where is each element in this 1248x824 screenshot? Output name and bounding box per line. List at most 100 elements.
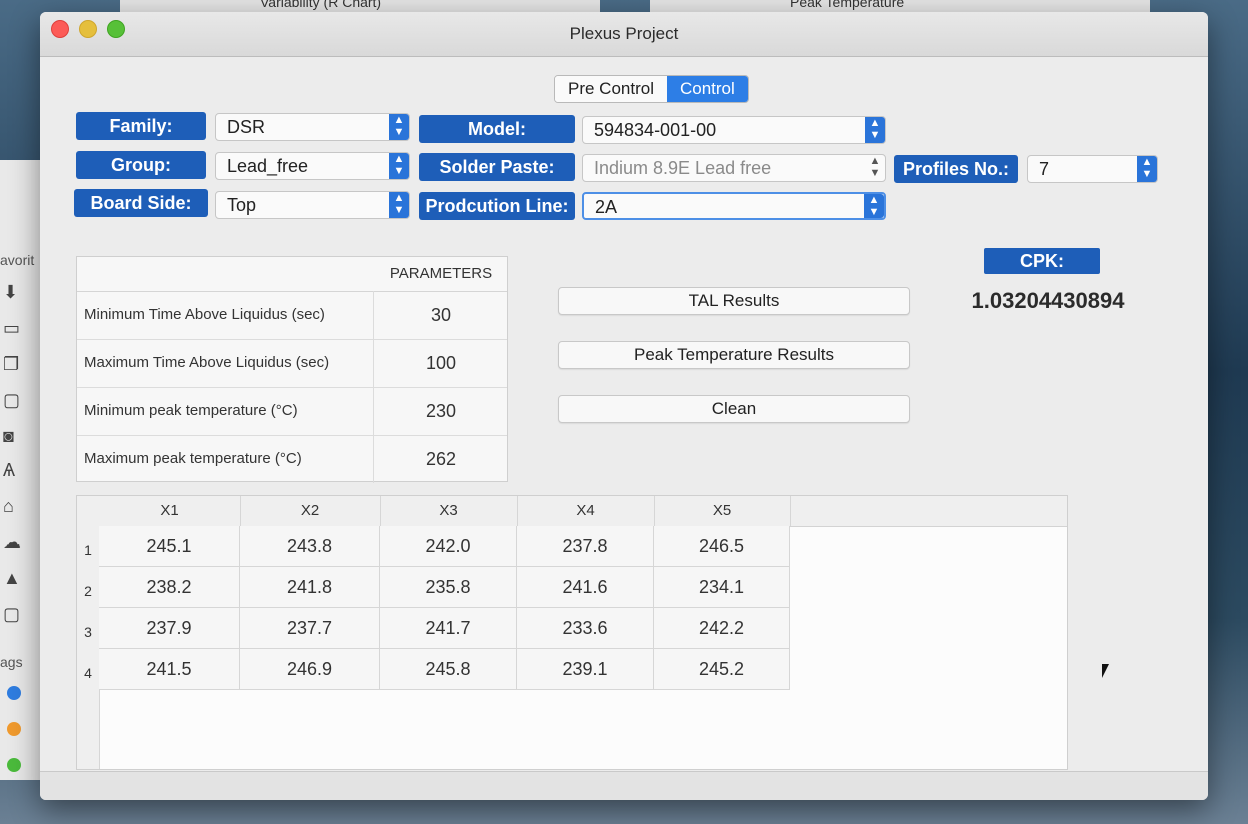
plexus-project-window: Plexus Project Pre Control Control Famil…: [40, 12, 1208, 800]
table-cell[interactable]: 242.0: [380, 526, 517, 567]
cloud-icon: ☁: [3, 532, 21, 552]
solder-paste-label: Solder Paste:: [419, 153, 575, 181]
table-cell[interactable]: 245.8: [380, 649, 517, 690]
row-number[interactable]: 4: [77, 649, 99, 690]
production-line-select[interactable]: 2A ▲ ▼: [582, 192, 886, 220]
model-select-value: 594834-001-00: [594, 120, 717, 140]
peak-temperature-results-button[interactable]: Peak Temperature Results: [558, 341, 910, 369]
cpk-label: CPK:: [984, 248, 1100, 274]
drive-icon: ▲: [3, 568, 21, 588]
table-cell[interactable]: 239.1: [517, 649, 654, 690]
tab-control[interactable]: Control: [666, 76, 748, 102]
parameter-row: Maximum peak temperature (°C) 262: [77, 435, 507, 483]
row-number[interactable]: 2: [77, 567, 99, 608]
background-window-title: Peak Temperature: [790, 0, 905, 10]
table-cell[interactable]: 243.8: [240, 526, 380, 567]
sidebar-tags-heading: ags: [0, 654, 23, 670]
tag-blue-dot: [7, 686, 21, 700]
table-cell[interactable]: 233.6: [517, 608, 654, 649]
solder-paste-select[interactable]: Indium 8.9E Lead free ▲ ▼: [582, 154, 886, 182]
desktop-icon: ▭: [3, 318, 21, 338]
folder-icon: ▢: [3, 390, 21, 410]
parameter-label: Minimum peak temperature (°C): [77, 387, 374, 435]
table-cell[interactable]: 237.9: [99, 608, 240, 649]
tal-results-button[interactable]: TAL Results: [558, 287, 910, 315]
documents-icon: ❐: [3, 354, 20, 374]
parameter-value[interactable]: 230: [375, 387, 507, 435]
chevron-updown-icon: ▲ ▼: [869, 155, 881, 179]
background-finder-sidebar: avorit ⬇ ▭ ❐ ▢ ◙ Ѧ ⌂ ☁ ▲ ▢ ags: [0, 160, 43, 780]
board-side-select[interactable]: Top ▲ ▼: [215, 191, 410, 219]
mode-segmented-control: Pre Control Control: [554, 75, 749, 103]
table-row: 3 237.9 237.7 241.7 233.6 242.2: [77, 608, 790, 649]
column-header-x1[interactable]: X1: [99, 496, 241, 526]
applications-icon: Ѧ: [3, 460, 16, 480]
chevron-updown-icon: ▲ ▼: [389, 114, 409, 140]
parameter-value[interactable]: 30: [375, 291, 507, 339]
parameter-row: Minimum peak temperature (°C) 230: [77, 387, 507, 436]
home-icon: ⌂: [3, 496, 14, 516]
clean-button[interactable]: Clean: [558, 395, 910, 423]
column-header-x3[interactable]: X3: [380, 496, 518, 526]
tag-green-dot: [7, 758, 21, 772]
parameter-label: Maximum Time Above Liquidus (sec): [77, 339, 374, 387]
table-corner: [77, 496, 99, 526]
column-header-x4[interactable]: X4: [517, 496, 655, 526]
table-cell[interactable]: 246.5: [654, 526, 790, 567]
table-cell[interactable]: 234.1: [654, 567, 790, 608]
parameters-table: PARAMETERS Minimum Time Above Liquidus (…: [76, 256, 508, 483]
board-side-select-value: Top: [227, 195, 257, 215]
sidebar-favorites-heading: avorit: [0, 252, 35, 268]
row-number[interactable]: 3: [77, 608, 99, 649]
title-bar: Plexus Project: [40, 12, 1208, 57]
chevron-updown-icon: ▲ ▼: [864, 194, 884, 218]
solder-paste-select-value: Indium 8.9E Lead free: [594, 158, 772, 178]
background-window-title: Variability (R Chart): [260, 0, 382, 10]
window-bottom-bar: [40, 771, 1208, 800]
profiles-no-select-value: 7: [1039, 159, 1050, 179]
profiles-no-label: Profiles No.:: [894, 155, 1018, 183]
tag-orange-dot: [7, 722, 21, 736]
table-cell[interactable]: 241.8: [240, 567, 380, 608]
table-cell[interactable]: 242.2: [654, 608, 790, 649]
table-cell[interactable]: 241.5: [99, 649, 240, 690]
camera-icon: ◙: [3, 426, 14, 446]
production-line-label: Prodcution Line:: [419, 192, 575, 220]
parameter-value[interactable]: 262: [375, 435, 507, 483]
family-label: Family:: [76, 112, 206, 140]
table-cell[interactable]: 246.9: [240, 649, 380, 690]
parameter-label: Minimum Time Above Liquidus (sec): [77, 291, 374, 339]
table-row: 4 241.5 246.9 245.8 239.1 245.2: [77, 649, 790, 690]
download-icon: ⬇: [3, 282, 19, 302]
table-cell[interactable]: 241.7: [380, 608, 517, 649]
cpk-value: 1.03204430894: [971, 288, 1125, 313]
production-line-select-value: 2A: [595, 197, 618, 217]
tab-pre-control[interactable]: Pre Control: [555, 76, 667, 102]
table-cell[interactable]: 245.2: [654, 649, 790, 690]
row-number[interactable]: 1: [77, 526, 99, 567]
table-cell[interactable]: 235.8: [380, 567, 517, 608]
parameter-value[interactable]: 100: [375, 339, 507, 387]
profiles-no-select[interactable]: 7 ▲ ▼: [1027, 155, 1158, 183]
parameters-header: PARAMETERS: [77, 257, 507, 292]
window-title: Plexus Project: [569, 24, 679, 43]
chevron-updown-icon: ▲ ▼: [389, 153, 409, 179]
table-cell[interactable]: 238.2: [99, 567, 240, 608]
table-cell[interactable]: 237.8: [517, 526, 654, 567]
folder-icon: ▢: [3, 604, 21, 624]
table-cell[interactable]: 241.6: [517, 567, 654, 608]
table-cell[interactable]: 237.7: [240, 608, 380, 649]
family-select[interactable]: DSR ▲ ▼: [215, 113, 410, 141]
column-header-x5[interactable]: X5: [654, 496, 791, 526]
group-label: Group:: [76, 151, 206, 179]
board-side-label: Board Side:: [74, 189, 208, 217]
chevron-updown-icon: ▲ ▼: [389, 192, 409, 218]
model-label: Model:: [419, 115, 575, 143]
group-select[interactable]: Lead_free ▲ ▼: [215, 152, 410, 180]
mouse-cursor-icon: [1102, 664, 1109, 678]
table-row: 2 238.2 241.8 235.8 241.6 234.1: [77, 567, 790, 608]
model-select[interactable]: 594834-001-00 ▲ ▼: [582, 116, 886, 144]
chevron-updown-icon: ▲ ▼: [1137, 156, 1157, 182]
table-cell[interactable]: 245.1: [99, 526, 240, 567]
column-header-x2[interactable]: X2: [240, 496, 381, 526]
